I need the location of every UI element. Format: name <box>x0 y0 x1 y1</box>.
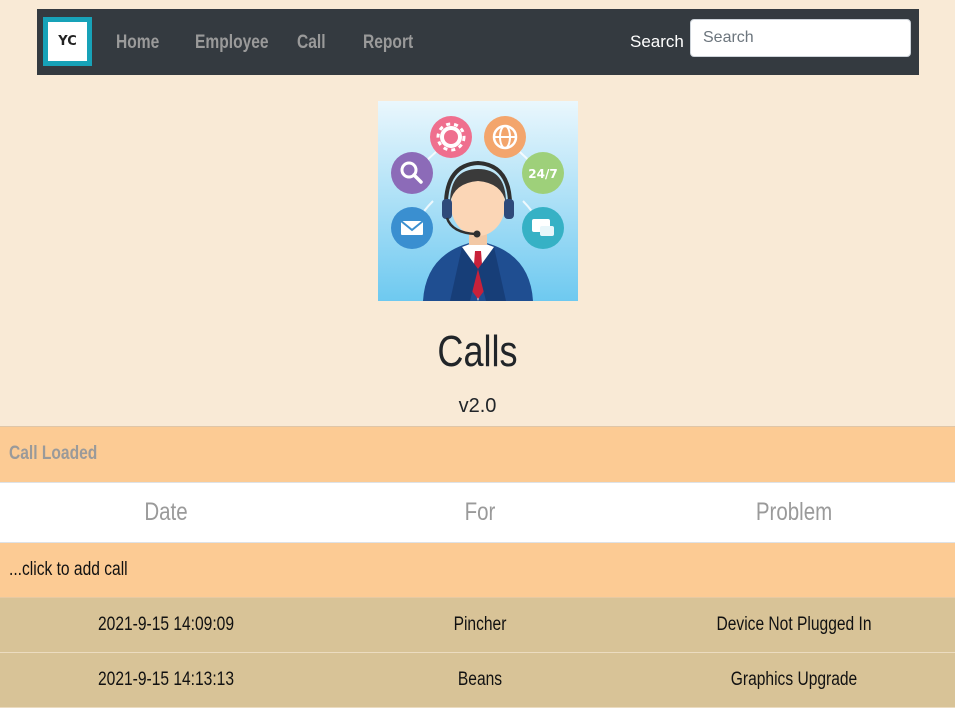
nav-report[interactable]: Report <box>363 31 413 55</box>
gear-icon <box>430 116 472 158</box>
call-center-agent-image: 24/7 <box>378 101 578 301</box>
table-row[interactable]: 2021-9-15 14:13:13 Beans Graphics Upgrad… <box>0 653 955 708</box>
chat-icon <box>522 207 564 249</box>
cell-for: Beans <box>457 669 503 690</box>
cell-problem: Graphics Upgrade <box>730 669 858 690</box>
table-header: Date For Problem <box>0 482 955 543</box>
table-row[interactable]: 2021-9-15 14:09:09 Pincher Device Not Pl… <box>0 598 955 653</box>
navbar: YC Home Employee Call Report Search <box>37 9 919 75</box>
nav-employee[interactable]: Employee <box>195 31 269 55</box>
search-input[interactable] <box>690 19 911 57</box>
search-icon <box>391 152 433 194</box>
cell-problem: Device Not Plugged In <box>716 614 872 635</box>
add-call-label: ...click to add call <box>9 559 128 580</box>
status-bar: Call Loaded <box>0 426 955 482</box>
cell-date: 2021-9-15 14:13:13 <box>97 669 235 690</box>
24-7-icon: 24/7 <box>522 152 564 194</box>
header-for: For <box>464 498 496 526</box>
cell-date: 2021-9-15 14:09:09 <box>97 614 235 635</box>
search-label: Search <box>630 32 684 51</box>
page-title: Calls <box>437 327 518 376</box>
header-problem: Problem <box>755 498 833 526</box>
nav-home[interactable]: Home <box>116 31 159 55</box>
brand-logo[interactable]: YC <box>43 17 92 66</box>
header-date: Date <box>144 498 188 526</box>
globe-icon <box>484 116 526 158</box>
status-message: Call Loaded <box>9 443 98 464</box>
svg-text:24/7: 24/7 <box>528 167 557 181</box>
version-label: v2.0 <box>458 395 497 417</box>
cell-for: Pincher <box>453 614 507 635</box>
add-call-row[interactable]: ...click to add call <box>0 543 955 598</box>
nav-call[interactable]: Call <box>297 31 326 55</box>
mail-icon <box>391 207 433 249</box>
